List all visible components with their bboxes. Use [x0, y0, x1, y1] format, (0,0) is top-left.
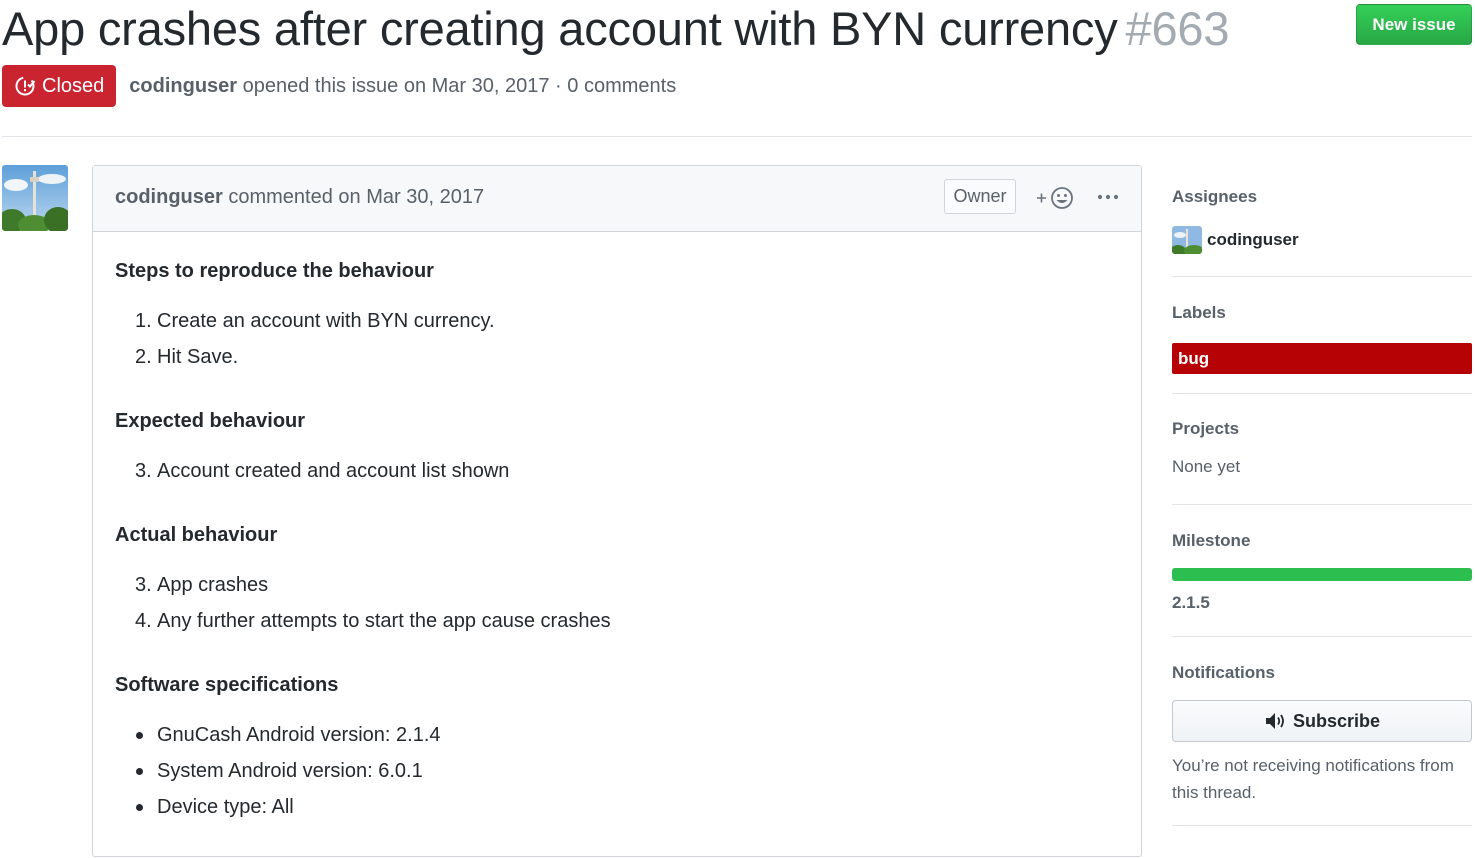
sidebar-divider [1172, 276, 1472, 277]
list-item-text: System Android version: 6.0.1 [157, 760, 423, 782]
comment-header-text: codinguser commented on Mar 30, 2017 [115, 186, 484, 209]
list-item-text: App crashes [157, 574, 269, 596]
new-issue-button[interactable]: New issue [1356, 4, 1472, 45]
comment-header: codinguser commented on Mar 30, 2017 Own… [93, 166, 1141, 232]
sidebar-projects-title[interactable]: Projects [1172, 417, 1472, 441]
list-item: 2. Hit Save. [115, 339, 1115, 375]
projects-value: None yet [1172, 457, 1241, 476]
issue-meta: Closed codinguser opened this issue on M… [2, 65, 676, 107]
subscribe-button[interactable]: Subscribe [1172, 700, 1472, 742]
section-heading-expected: Expected behaviour [115, 410, 306, 432]
issue-meta-text: codinguser opened this issue on Mar 30, … [129, 75, 676, 98]
unmute-icon [1265, 713, 1284, 729]
assignee-name: codinguser [1207, 230, 1299, 249]
list-item: 3. Account created and account list show… [115, 453, 1115, 489]
bullet-icon [136, 732, 143, 739]
list-item: GnuCash Android version: 2.1.4 [115, 717, 1115, 753]
sidebar-labels: Labels bug [1172, 301, 1472, 374]
list-item: System Android version: 6.0.1 [115, 753, 1115, 789]
sidebar-projects: Projects None yet [1172, 417, 1472, 477]
sidebar-notifications-title: Notifications [1172, 663, 1275, 682]
sidebar-milestone: Milestone 2.1.5 [1172, 529, 1472, 613]
list-item: 1. Create an account with BYN currency. [115, 303, 1115, 339]
list-item-text: Hit Save. [157, 346, 239, 368]
sidebar-assignees-title[interactable]: Assignees [1172, 185, 1472, 209]
subscribe-label: Subscribe [1292, 710, 1381, 731]
list-item-text: GnuCash Android version: 2.1.4 [157, 724, 441, 746]
sidebar-assignees: Assignees codinguser [1172, 185, 1472, 254]
comment-body: Steps to reproduce the behaviour 1. Crea… [115, 256, 1115, 825]
sidebar-notifications: Notifications Subscribe You’re not recei… [1172, 661, 1472, 806]
section-heading-specs: Software specifications [115, 674, 339, 696]
assignee-item[interactable]: codinguser [1172, 226, 1472, 254]
sidebar-divider [1172, 504, 1472, 505]
assignee-avatar [1172, 226, 1202, 254]
section-heading-actual: Actual behaviour [115, 524, 278, 546]
issue-closed-icon [15, 76, 36, 96]
state-badge-closed: Closed [2, 65, 117, 107]
issue-title: App crashes after creating account with … [2, 0, 1229, 58]
sidebar-divider [1172, 636, 1472, 637]
milestone-progress-fill [1172, 568, 1472, 581]
list-item: 4. Any further attempts to start the app… [115, 603, 1115, 639]
header-divider [2, 136, 1472, 137]
add-reaction-button[interactable] [1035, 184, 1079, 212]
sidebar-milestone-title[interactable]: Milestone [1172, 529, 1472, 553]
sidebar-labels-title[interactable]: Labels [1172, 301, 1472, 325]
list-item-number: 3. [135, 574, 152, 596]
list-item-text: Account created and account list shown [157, 460, 510, 482]
comment-author-link[interactable]: codinguser [115, 186, 223, 208]
comment-box: codinguser commented on Mar 30, 2017 Own… [92, 165, 1142, 857]
issue-opened-text: opened this issue on Mar 30, 2017 · 0 co… [242, 74, 677, 97]
list-item: 3. App crashes [115, 567, 1115, 603]
avatar-image [2, 165, 68, 231]
smiley-icon [1037, 187, 1073, 209]
issue-title-text: App crashes after creating account with … [2, 2, 1118, 55]
bullet-icon [136, 768, 143, 775]
section-heading-steps: Steps to reproduce the behaviour [115, 260, 434, 282]
milestone-name[interactable]: 2.1.5 [1172, 593, 1472, 613]
bullet-icon [136, 804, 143, 811]
owner-badge: Owner [944, 179, 1016, 214]
list-item-text: Any further attempts to start the app ca… [157, 610, 611, 632]
list-item-text: Create an account with BYN currency. [157, 310, 495, 332]
list-item-number: 1. [135, 310, 152, 332]
label-bug[interactable]: bug [1172, 343, 1472, 374]
list-item-number: 4. [135, 610, 152, 632]
comment-timestamp[interactable]: commented on Mar 30, 2017 [228, 186, 484, 208]
sidebar-divider [1172, 825, 1472, 826]
list-item: Device type: All [115, 789, 1115, 825]
issue-author-link[interactable]: codinguser [129, 75, 237, 97]
milestone-progress-bar [1172, 568, 1472, 581]
list-item-text: Device type: All [157, 796, 294, 818]
list-item-number: 2. [135, 346, 152, 368]
list-item-number: 3. [135, 460, 152, 482]
comment-author-avatar[interactable] [2, 165, 68, 231]
state-badge-label: Closed [42, 74, 105, 97]
notifications-description: You’re not receiving notifications from … [1172, 756, 1454, 802]
sidebar-divider [1172, 393, 1472, 394]
kebab-horizontal-icon[interactable] [1096, 182, 1120, 212]
issue-number: #663 [1125, 2, 1230, 55]
